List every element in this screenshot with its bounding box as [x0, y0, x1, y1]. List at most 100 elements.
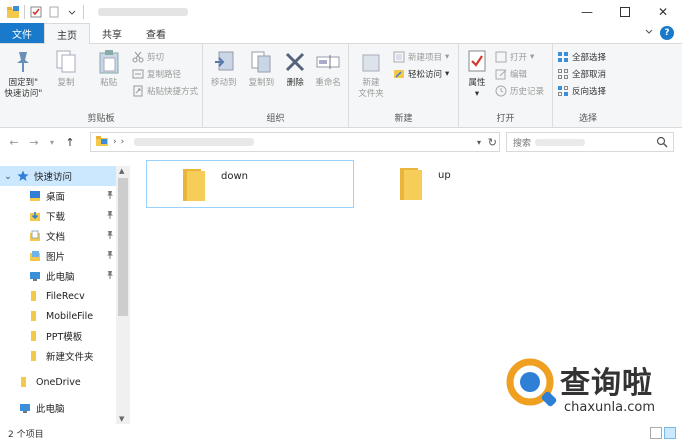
cut-button[interactable]: 剪切	[132, 50, 198, 64]
navigation-bar: ← → ▾ ↑ › › ▾ ↻ 搜索	[0, 129, 682, 155]
invert-selection-icon	[557, 85, 569, 97]
close-button[interactable]: ✕	[644, 0, 682, 24]
new-folder-label: 新建 文件夹	[358, 78, 384, 99]
scrollbar-thumb[interactable]	[118, 178, 128, 316]
search-input[interactable]: 搜索	[513, 136, 531, 149]
address-dropdown-icon[interactable]: ▾	[477, 138, 481, 147]
select-none-label: 全部取消	[572, 70, 607, 80]
folder-icon	[18, 376, 32, 388]
help-icon[interactable]: ?	[660, 26, 674, 40]
breadcrumb-path-blurred[interactable]	[134, 138, 255, 146]
move-to-label: 移动到	[211, 78, 237, 88]
pinned-icon	[106, 210, 114, 222]
nav-item-new-folder[interactable]: 新建文件夹	[0, 346, 130, 366]
star-icon	[16, 170, 30, 182]
tab-file[interactable]: 文件	[0, 23, 44, 43]
open-group-label: 打开	[496, 114, 515, 124]
quick-access-toolbar	[0, 5, 188, 19]
navigation-scrollbar[interactable]: ▲ ▼	[116, 166, 130, 424]
up-button[interactable]: ↑	[62, 134, 78, 150]
breadcrumb-chevron-icon[interactable]: ›	[121, 137, 125, 147]
expand-ribbon-icon[interactable]	[644, 27, 654, 40]
nav-item-documents[interactable]: 文档	[0, 226, 130, 246]
nav-item-downloads[interactable]: 下载	[0, 206, 130, 226]
cut-label: 剪切	[146, 53, 164, 63]
breadcrumb-chevron-icon[interactable]: ›	[113, 137, 117, 147]
folder-name: up	[438, 170, 451, 181]
invert-selection-button[interactable]: 反向选择	[557, 84, 606, 98]
watermark-domain: chaxunla.com	[564, 400, 655, 415]
new-folder-qat-icon[interactable]	[47, 5, 61, 19]
new-item-label: 新建项目	[408, 53, 443, 63]
delete-x-icon	[282, 48, 308, 76]
new-item-dropdown-icon: ▾	[445, 52, 450, 62]
watermark-search-icon	[506, 358, 557, 407]
pinned-icon	[106, 230, 114, 242]
customize-qat-icon[interactable]	[65, 5, 79, 19]
paste-label: 粘贴	[100, 78, 118, 88]
new-group: 新建 文件夹 新建项目 ▾ 轻松访问 ▾ 新建	[349, 44, 459, 128]
nav-quick-access[interactable]: ⌄ 快速访问	[0, 166, 130, 186]
search-box[interactable]: 搜索	[506, 132, 674, 152]
easy-access-dropdown-icon: ▾	[445, 69, 450, 79]
copy-to-label: 复制到	[248, 78, 275, 88]
edit-label: 编辑	[510, 70, 528, 80]
properties-dropdown-icon: ▾	[474, 89, 480, 99]
organize-group-label: 组织	[266, 114, 285, 124]
copy-path-label: 复制路径	[146, 70, 181, 80]
maximize-button[interactable]	[606, 0, 644, 24]
nav-item-mobilefile[interactable]: MobileFile	[0, 306, 130, 326]
new-group-label: 新建	[394, 114, 413, 124]
easy-access-button[interactable]: 轻松访问 ▾	[393, 67, 449, 81]
nav-item-filerecv[interactable]: FileRecv	[0, 286, 130, 306]
nav-this-pc-label: 此电脑	[36, 404, 65, 415]
navigation-pane: ⌄ 快速访问 桌面 下载 文档 图片 此电脑 FileRecv MobileFi…	[0, 166, 130, 424]
paste-shortcut-button[interactable]: 粘贴快捷方式	[132, 84, 198, 98]
nav-item-this-pc-pinned[interactable]: 此电脑	[0, 266, 130, 286]
view-switcher	[650, 427, 676, 439]
refresh-icon[interactable]: ↻	[488, 136, 497, 149]
tab-view[interactable]: 查看	[134, 23, 178, 43]
location-folder-icon	[95, 135, 109, 150]
item-count: 2 个项目	[8, 429, 44, 440]
search-icon[interactable]	[656, 136, 668, 151]
folder-icon	[28, 290, 42, 302]
nav-item-ppt-templates[interactable]: PPT模板	[0, 326, 130, 346]
folder-item-up[interactable]: up	[364, 160, 572, 208]
select-all-button[interactable]: 全部选择	[557, 50, 606, 64]
nav-item-label: 下载	[46, 212, 66, 223]
recent-locations-button[interactable]: ▾	[44, 134, 60, 150]
scroll-up-icon[interactable]: ▲	[119, 167, 124, 175]
nav-item-label: 桌面	[46, 192, 66, 203]
explorer-app-icon[interactable]	[6, 5, 20, 19]
history-button[interactable]: 历史记录	[495, 84, 544, 98]
nav-item-desktop[interactable]: 桌面	[0, 186, 130, 206]
nav-onedrive[interactable]: OneDrive	[0, 372, 130, 392]
nav-this-pc[interactable]: 此电脑	[0, 398, 130, 418]
pinned-icon	[106, 190, 114, 202]
select-none-button[interactable]: 全部取消	[557, 67, 606, 81]
copy-path-button[interactable]: 复制路径	[132, 67, 198, 81]
properties-check-icon[interactable]	[29, 5, 43, 19]
tab-home[interactable]: 主页	[44, 23, 90, 44]
tab-share[interactable]: 共享	[90, 23, 134, 43]
minimize-button[interactable]: —	[568, 0, 606, 24]
open-button[interactable]: 打开 ▾	[495, 50, 544, 64]
divider	[24, 5, 25, 19]
forward-button[interactable]: →	[26, 134, 42, 150]
watermark-logo: 查询啦 chaxunla.com	[500, 350, 680, 422]
nav-item-pictures[interactable]: 图片	[0, 246, 130, 266]
large-icons-view-icon[interactable]	[664, 427, 676, 439]
folder-item-down[interactable]: down	[146, 160, 354, 208]
new-item-button[interactable]: 新建项目 ▾	[393, 50, 449, 64]
divider	[83, 5, 84, 19]
edit-button[interactable]: 编辑	[495, 67, 544, 81]
address-bar[interactable]: › › ▾ ↻	[90, 132, 500, 152]
back-button[interactable]: ←	[6, 134, 22, 150]
folder-name: down	[221, 171, 248, 182]
select-group-label: 选择	[578, 114, 597, 124]
scroll-down-icon[interactable]: ▼	[119, 415, 124, 423]
expand-chevron-icon[interactable]: ⌄	[4, 170, 12, 182]
details-view-icon[interactable]	[650, 427, 662, 439]
pinned-icon	[106, 270, 114, 282]
